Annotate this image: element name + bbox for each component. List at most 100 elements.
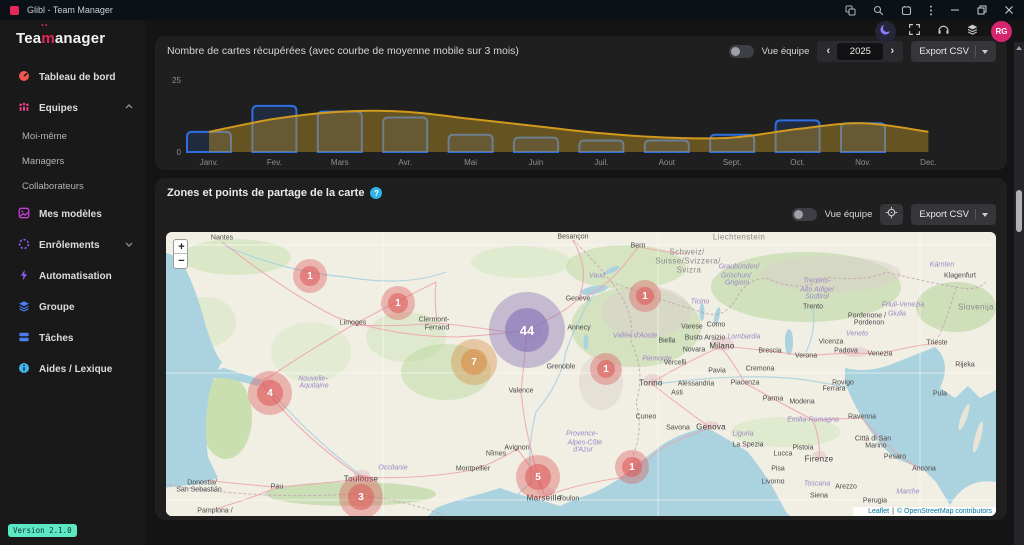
map-cluster-marker[interactable]: 3 [339, 475, 383, 516]
map-label: Klagenfurt [944, 273, 976, 280]
moon-icon [879, 23, 892, 41]
map-label: Provence- [566, 431, 598, 438]
scrollbar-thumb[interactable] [1016, 190, 1022, 232]
map-label: Toscana [804, 481, 830, 488]
leaflet-link[interactable]: Leaflet [868, 508, 889, 515]
chevron-down-icon [982, 50, 988, 54]
map-attribution: Leaflet | © OpenStreetMap contributors [853, 507, 996, 516]
map-label: Pordenone / [848, 313, 886, 320]
main-content: RG Nombre de cartes récupérées (avec cou… [145, 20, 1024, 545]
crosshair-icon [885, 206, 898, 224]
sidebar-item-automatisation[interactable]: Automatisation [0, 261, 145, 292]
close-icon[interactable] [1004, 5, 1014, 15]
map-label: Donostia/ [187, 480, 217, 487]
sidebar-item-mes-modeles[interactable]: Mes modèles [0, 199, 145, 230]
map-label: Pamplona / [197, 508, 232, 515]
sidebar-item-equipes[interactable]: Equipes [0, 93, 145, 124]
map-label: Nantes [211, 235, 233, 242]
scroll-up-arrow[interactable] [1016, 46, 1022, 50]
map-label: Arezzo [835, 484, 857, 491]
map-label: Emilia-Romagna [787, 417, 839, 424]
browser-titlebar: Glibl - Team Manager [0, 0, 1024, 20]
map-cluster-marker[interactable]: 1 [381, 286, 415, 320]
marker-count: 4 [248, 371, 292, 415]
map-cluster-marker[interactable]: 5 [516, 455, 560, 499]
extensions-icon[interactable] [901, 5, 912, 16]
map-label: Clermont- [419, 317, 450, 324]
marker-count: 44 [489, 292, 565, 368]
map-label: Ticino [691, 299, 710, 306]
stack-button[interactable] [962, 21, 983, 42]
map-label: Nîmes [486, 451, 506, 458]
map-export-csv-button[interactable]: Export CSV [911, 204, 996, 225]
map-label: Genève [566, 296, 591, 303]
map-cluster-marker[interactable]: 1 [629, 280, 661, 312]
marker-count: 5 [516, 455, 560, 499]
chevron-down-icon [982, 213, 988, 217]
minimize-icon[interactable] [950, 5, 960, 15]
dashboard-icon [18, 70, 30, 85]
help-icon[interactable]: ? [370, 187, 382, 199]
menu-dots-icon[interactable] [929, 5, 933, 16]
map-label: Livorno [762, 479, 785, 486]
sidebar-item-tableau-de-bord[interactable]: Tableau de bord [0, 62, 145, 93]
map-cluster-marker[interactable]: 1 [590, 353, 622, 385]
page-scrollbar[interactable] [1014, 42, 1024, 545]
svg-text:25: 25 [172, 76, 181, 85]
svg-text:Juin: Juin [529, 158, 544, 167]
sidebar-item-aides-lexique[interactable]: Aides / Lexique [0, 354, 145, 385]
map-vue-equipe-toggle[interactable] [792, 208, 817, 221]
map-label: Marche [896, 489, 919, 496]
map-cluster-marker[interactable]: 1 [615, 450, 649, 484]
map-label: Graubünden/ [719, 264, 760, 271]
map-cluster-marker[interactable]: 7 [451, 339, 497, 385]
sidebar-item-collaborateurs[interactable]: Collaborateurs [0, 174, 145, 199]
map-label: Schweiz/ [669, 248, 704, 257]
map-label: Trieste [926, 340, 947, 347]
map-label: Slovenija [958, 303, 994, 312]
map-label: Montpellier [456, 466, 490, 473]
svg-text:Oct.: Oct. [790, 158, 805, 167]
translate-icon[interactable] [845, 5, 856, 16]
sidebar-item-moi-meme[interactable]: Moi-même [0, 124, 145, 149]
map-cluster-marker[interactable]: 1 [293, 259, 327, 293]
zoom-in-button[interactable]: + [174, 240, 188, 254]
app-logo: Teamanager [16, 30, 105, 47]
restore-icon[interactable] [977, 5, 987, 15]
support-button[interactable] [933, 21, 954, 42]
svg-text:Juil.: Juil. [594, 158, 608, 167]
dark-mode-toggle[interactable] [875, 21, 896, 42]
map-label: Modena [789, 399, 814, 406]
sidebar-item-taches[interactable]: Tâches [0, 323, 145, 354]
sidebar-item-enrolements[interactable]: Enrôlements [0, 230, 145, 261]
fullscreen-button[interactable] [904, 21, 925, 42]
map-label: Firenze [805, 455, 834, 464]
version-badge: Version 2.1.0 [8, 524, 77, 537]
enrollment-icon [18, 238, 30, 253]
locate-button[interactable] [880, 204, 903, 225]
leaflet-map[interactable]: NantesBesançonBernLiechtensteinSchweiz/S… [166, 232, 996, 516]
marker-count: 1 [381, 286, 415, 320]
map-label: Como [707, 322, 726, 329]
osm-link[interactable]: © OpenStreetMap contributors [897, 508, 992, 515]
svg-text:Mai: Mai [464, 158, 477, 167]
sidebar-item-groupe[interactable]: Groupe [0, 292, 145, 323]
map-label: Pisa [771, 466, 785, 473]
map-label: Ancona [912, 466, 936, 473]
map-label: Cremona [746, 366, 775, 373]
sidebar-item-managers[interactable]: Managers [0, 149, 145, 174]
zoom-out-button[interactable]: − [174, 254, 188, 268]
map-label: Giulia [888, 311, 906, 318]
map-cluster-marker[interactable]: 44 [489, 292, 565, 368]
fullscreen-icon [908, 23, 921, 41]
map-label: Südtirol [805, 294, 829, 301]
map-label: Savona [666, 425, 690, 432]
user-avatar[interactable]: RG [991, 21, 1012, 42]
map-label: Grischun/ [721, 273, 751, 280]
zoom-search-icon[interactable] [873, 5, 884, 16]
map-label: Perugia [863, 498, 887, 505]
svg-text:Mars: Mars [331, 158, 349, 167]
svg-text:Nov.: Nov. [855, 158, 871, 167]
map-label: San Sebastián [176, 487, 222, 494]
map-cluster-marker[interactable]: 4 [248, 371, 292, 415]
